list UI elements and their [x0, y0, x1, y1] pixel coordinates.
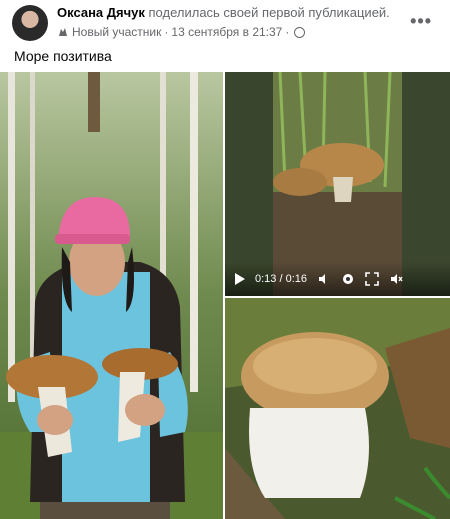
meta-separator: · [164, 25, 169, 39]
photo-mushroom-closeup[interactable] [225, 298, 450, 519]
post-header: Оксана Дячук поделилась своей первой пуб… [12, 5, 440, 41]
avatar[interactable] [12, 5, 48, 41]
member-badge[interactable]: Новый участник [72, 25, 161, 39]
badge-icon [59, 28, 67, 36]
mute-icon[interactable] [389, 272, 403, 286]
globe-icon[interactable] [294, 26, 306, 38]
author-name[interactable]: Оксана Дячук [57, 5, 145, 20]
play-icon[interactable] [235, 273, 245, 285]
video-mushroom-clip[interactable]: 0:13 / 0:16 [225, 72, 450, 296]
settings-icon[interactable] [341, 272, 355, 286]
author-line: Оксана Дячук поделилась своей первой пуб… [57, 5, 390, 20]
video-controls: 0:13 / 0:16 [225, 262, 450, 296]
feed-post: Оксана Дячук поделилась своей первой пуб… [0, 0, 450, 519]
fullscreen-icon[interactable] [365, 272, 379, 286]
meta-separator-2: · [285, 25, 290, 39]
post-timestamp[interactable]: 13 сентября в 21:37 [171, 25, 282, 39]
post-caption: Море позитива [14, 48, 112, 64]
more-icon: ••• [410, 11, 432, 31]
volume-icon[interactable] [317, 272, 331, 286]
more-options-button[interactable]: ••• [410, 11, 432, 32]
photo-woman-with-mushrooms[interactable] [0, 72, 223, 519]
post-meta: Новый участник · 13 сентября в 21:37 · [57, 25, 306, 39]
video-time: 0:13 / 0:16 [255, 273, 307, 285]
photo-grid: 0:13 / 0:16 [0, 72, 450, 519]
author-action: поделилась своей первой публикацией. [148, 5, 390, 20]
